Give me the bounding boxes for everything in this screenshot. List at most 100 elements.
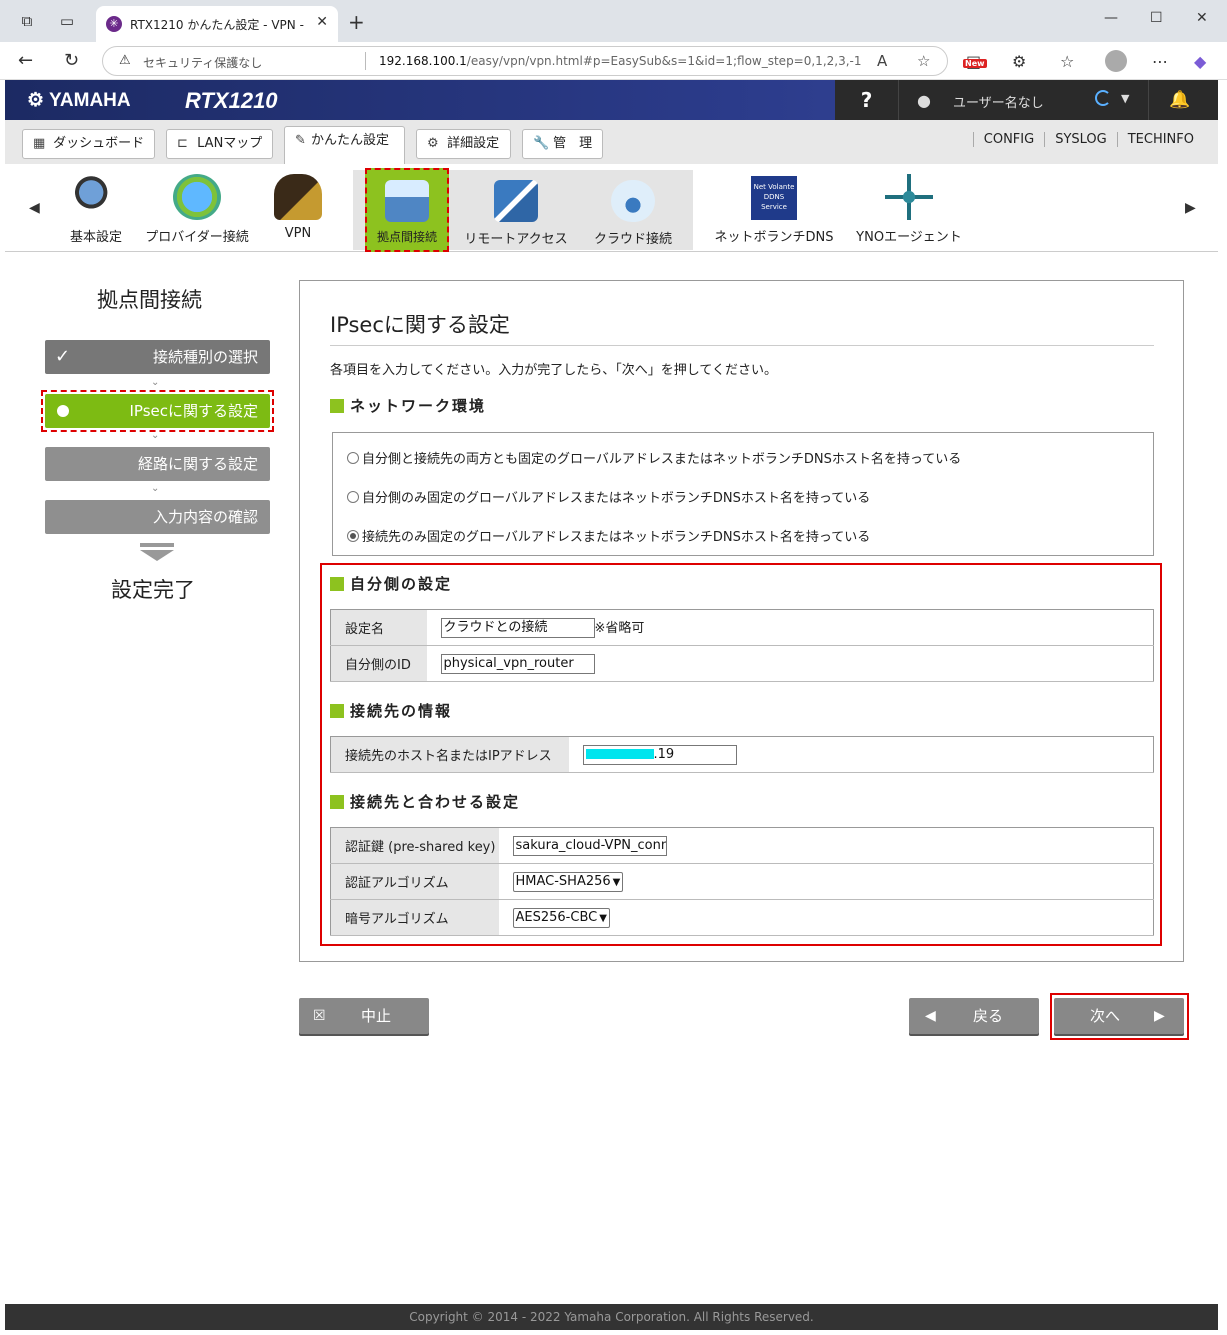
tab-close-icon[interactable]: ✕ xyxy=(316,14,328,30)
peer-host-label: 接続先のホスト名またはIPアドレス xyxy=(330,736,569,773)
url-field[interactable]: ⚠ セキュリティ保護なし 192.168.100.1/easy/vpn/vpn.… xyxy=(102,46,948,76)
subnav-netvolante-dns[interactable]: Net Volante DDNS Service ネットボランチDNS xyxy=(709,176,839,245)
check-icon: ✓ xyxy=(55,346,71,367)
browser-tab[interactable]: ✳ RTX1210 かんたん設定 - VPN - 拠点 ✕ xyxy=(96,6,338,42)
subnav-remote-access[interactable]: リモートアクセス xyxy=(461,180,571,247)
table-row: 認証鍵 (pre-shared key) sakura_cloud-VPN_co… xyxy=(330,827,1154,864)
chevron-down-icon: ⌄ xyxy=(151,483,160,494)
window-close-icon[interactable]: ✕ xyxy=(1196,10,1208,26)
tab-manage[interactable]: 🔧 管 理 xyxy=(522,129,603,159)
tab-easy-setup[interactable]: ✎ かんたん設定 xyxy=(284,126,405,164)
optional-note: ※省略可 xyxy=(594,620,645,636)
copilot-icon[interactable]: ◆ xyxy=(1194,52,1206,71)
tools-icon xyxy=(72,174,120,220)
subnav-basic-settings[interactable]: 基本設定 xyxy=(63,174,129,245)
title-divider xyxy=(330,345,1154,346)
favorite-star-icon[interactable]: ☆ xyxy=(917,52,930,70)
local-settings-heading: 自分側の設定 xyxy=(330,573,452,594)
auth-algorithm-select[interactable]: HMAC-SHA256 ▼ xyxy=(512,871,624,892)
table-row: 設定名 クラウドとの接続 ※省略可 xyxy=(330,609,1154,646)
read-aloud-icon[interactable]: A xyxy=(877,52,887,70)
psk-cell: sakura_cloud-VPN_conn xyxy=(498,827,1154,864)
workspaces-icon[interactable]: ⧉ xyxy=(18,12,36,30)
radio-local-fixed[interactable]: 自分側のみ固定のグローバルアドレスまたはネットボランチDNSホスト名を持っている xyxy=(347,487,870,506)
new-tab-icon[interactable]: + xyxy=(348,10,365,34)
extensions-icon[interactable]: ⚙ xyxy=(1012,52,1026,71)
browser-tabbar: ⧉ ▭ ✳ RTX1210 かんたん設定 - VPN - 拠点 ✕ + — ☐ … xyxy=(0,0,1227,42)
radio-both-fixed[interactable]: 自分側と接続先の両方とも固定のグローバルアドレスまたはネットボランチDNSホスト… xyxy=(347,448,961,467)
more-menu-icon[interactable]: ⋯ xyxy=(1152,52,1168,71)
tab-lanmap[interactable]: ⊏ LANマップ xyxy=(166,129,273,159)
match-settings-table: 認証鍵 (pre-shared key) sakura_cloud-VPN_co… xyxy=(330,827,1154,936)
scroll-right-icon[interactable]: ▶ xyxy=(1185,200,1196,216)
step-confirm: 入力内容の確認 xyxy=(45,500,270,534)
globe-icon xyxy=(173,174,221,220)
section-marker xyxy=(330,704,344,718)
tab-actions-icon[interactable]: ▭ xyxy=(58,12,76,30)
new-badge: New xyxy=(963,59,987,68)
subnav-site-to-site[interactable]: 拠点間接続 xyxy=(365,168,449,252)
main-menu: ▦ ダッシュボード ⊏ LANマップ ✎ かんたん設定 ⚙ 詳細設定 🔧 管 理 … xyxy=(5,120,1218,164)
setting-name-label: 設定名 xyxy=(330,609,427,646)
section-marker xyxy=(330,577,344,591)
redacted-address xyxy=(585,748,654,759)
ipsec-settings-panel: IPsecに関する設定 各項目を入力してください。入力が完了したら、「次へ」を押… xyxy=(299,280,1184,962)
profile-avatar[interactable] xyxy=(1105,50,1127,72)
triangle-left-icon: ◀ xyxy=(925,1008,936,1024)
encryption-algorithm-select[interactable]: AES256-CBC ▼ xyxy=(512,907,610,928)
url-text: 192.168.100.1/easy/vpn/vpn.html#p=EasySu… xyxy=(379,54,862,68)
copyright-footer: Copyright © 2014 - 2022 Yamaha Corporati… xyxy=(5,1304,1218,1330)
chevron-down-icon: ⌄ xyxy=(151,430,160,441)
help-button[interactable]: ? xyxy=(835,80,899,120)
subnav-provider[interactable]: プロバイダー接続 xyxy=(141,174,253,245)
user-name: ユーザー名なし xyxy=(953,96,1044,111)
wrench-icon: 🔧 xyxy=(533,136,550,151)
app-header: ⚙ YAMAHA RTX1210 ? ● ユーザー名なし ▼ 🔔 xyxy=(5,80,1218,120)
scroll-left-icon[interactable]: ◀ xyxy=(29,200,40,216)
security-label: セキュリティ保護なし xyxy=(143,56,263,70)
bell-icon[interactable]: 🔔 xyxy=(1169,90,1190,110)
tab-title: RTX1210 かんたん設定 - VPN - 拠点 xyxy=(130,18,306,32)
syslog-link[interactable]: SYSLOG xyxy=(1044,132,1117,147)
peer-host-input[interactable]: .19 xyxy=(582,744,737,765)
subnav-vpn[interactable]: VPN xyxy=(271,174,325,241)
section-marker xyxy=(330,399,344,413)
subnav-yno-agent[interactable]: YNOエージェント xyxy=(853,174,965,245)
config-link[interactable]: CONFIG xyxy=(972,132,1044,147)
back-button[interactable]: ◀ 戻る xyxy=(909,998,1039,1034)
chevron-down-icon: ▼ xyxy=(612,876,621,888)
page-title: IPsecに関する設定 xyxy=(330,313,510,337)
maximize-icon[interactable]: ☐ xyxy=(1150,10,1163,26)
subnav-cloud[interactable]: クラウド接続 xyxy=(587,180,679,247)
section-marker xyxy=(330,795,344,809)
setting-name-input[interactable]: クラウドとの接続 xyxy=(440,618,595,639)
radio-button-selected[interactable] xyxy=(347,530,359,542)
steps-title: 拠点間接続 xyxy=(97,288,202,312)
tab-dashboard[interactable]: ▦ ダッシュボード xyxy=(22,129,155,159)
radio-peer-fixed[interactable]: 接続先のみ固定のグローバルアドレスまたはネットボランチDNSホスト名を持っている xyxy=(347,526,870,545)
techinfo-link[interactable]: TECHINFO xyxy=(1116,132,1204,147)
match-settings-heading: 接続先と合わせる設定 xyxy=(330,791,520,812)
network-heading: ネットワーク環境 xyxy=(330,395,486,416)
chevron-down-icon: ▼ xyxy=(599,912,607,924)
back-arrow-icon[interactable]: ← xyxy=(18,50,33,71)
psk-input[interactable]: sakura_cloud-VPN_conn xyxy=(512,835,667,856)
radio-button[interactable] xyxy=(347,452,359,464)
local-id-input[interactable]: physical_vpn_router xyxy=(440,653,595,674)
peer-host-cell: .19 xyxy=(568,736,1154,773)
reload-icon[interactable]: ↻ xyxy=(64,50,79,71)
radio-button[interactable] xyxy=(347,491,359,503)
browser-addressbar: ← ↻ ⚠ セキュリティ保護なし 192.168.100.1/easy/vpn/… xyxy=(0,42,1227,80)
favorites-icon[interactable]: ☆ xyxy=(1060,52,1074,71)
user-menu[interactable]: ● ユーザー名なし ▼ xyxy=(901,80,1149,120)
table-row: 接続先のホスト名またはIPアドレス .19 xyxy=(330,736,1154,773)
tab-advanced[interactable]: ⚙ 詳細設定 xyxy=(416,129,511,159)
app-frame: ⚙ YAMAHA RTX1210 ? ● ユーザー名なし ▼ 🔔 ▦ ダッシュボ… xyxy=(5,80,1218,1330)
table-row: 認証アルゴリズム HMAC-SHA256 ▼ xyxy=(330,863,1154,900)
sub-navigation: ◀ 基本設定 プロバイダー接続 VPN 拠点間接続 リモートアクセス クラウド接… xyxy=(5,164,1218,252)
arrow-down-icon xyxy=(140,543,174,561)
cancel-button[interactable]: ☒ 中止 xyxy=(299,998,429,1034)
auth-algorithm-label: 認証アルゴリズム xyxy=(330,863,499,900)
minimize-icon[interactable]: — xyxy=(1104,10,1118,26)
encryption-algorithm-cell: AES256-CBC ▼ xyxy=(498,899,1154,936)
